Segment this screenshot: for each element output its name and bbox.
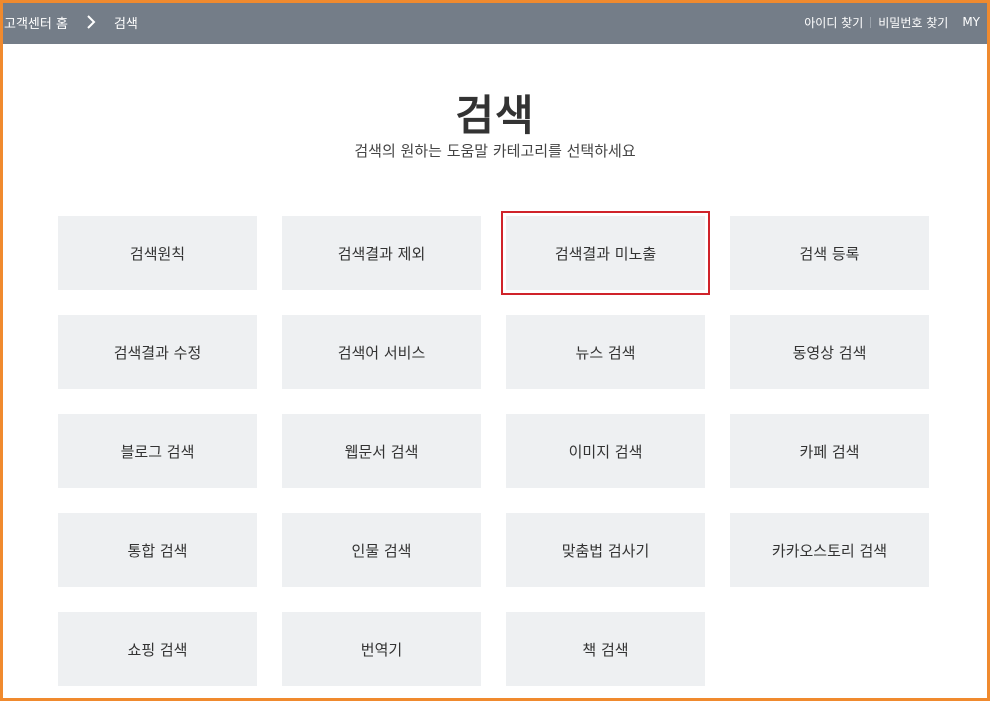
category-tile[interactable]: 동영상 검색 (730, 315, 929, 389)
category-tile[interactable]: 검색결과 수정 (58, 315, 257, 389)
category-tile[interactable]: 뉴스 검색 (506, 315, 705, 389)
my-link[interactable]: MY (962, 15, 980, 29)
find-id-link[interactable]: 아이디 찾기 (804, 14, 863, 31)
top-nav: 아이디 찾기 비밀번호 찾기 MY (804, 0, 980, 44)
page-title: 검색 (455, 91, 535, 140)
category-tile[interactable]: 검색결과 제외 (282, 216, 481, 290)
chevron-right-icon (87, 15, 96, 29)
breadcrumb: 고객센터 홈 검색 (4, 0, 138, 44)
category-tile[interactable]: 번역기 (282, 612, 481, 686)
breadcrumb-home-link[interactable]: 고객센터 홈 (4, 13, 68, 32)
category-grid: 검색원칙 검색결과 제외 검색결과 미노출 검색 등록 검색결과 수정 검색어 … (58, 211, 929, 686)
category-tile[interactable]: 검색어 서비스 (282, 315, 481, 389)
category-tile-highlighted[interactable]: 검색결과 미노출 (501, 211, 710, 295)
breadcrumb-current: 검색 (113, 16, 138, 32)
category-tile[interactable]: 검색 등록 (730, 216, 929, 290)
category-tile[interactable]: 이미지 검색 (506, 414, 705, 488)
category-tile[interactable]: 맞춤법 검사기 (506, 513, 705, 587)
category-tile[interactable]: 검색원칙 (58, 216, 257, 290)
category-tile[interactable]: 웹문서 검색 (282, 414, 481, 488)
find-password-link[interactable]: 비밀번호 찾기 (878, 14, 948, 31)
category-tile[interactable]: 블로그 검색 (58, 414, 257, 488)
category-tile[interactable]: 쇼핑 검색 (58, 612, 257, 686)
category-tile[interactable]: 인물 검색 (282, 513, 481, 587)
top-bar: 고객센터 홈 검색 아이디 찾기 비밀번호 찾기 MY (0, 0, 990, 44)
category-tile[interactable]: 카카오스토리 검색 (730, 513, 929, 587)
nav-divider (870, 16, 872, 28)
category-tile[interactable]: 카페 검색 (730, 414, 929, 488)
category-tile[interactable]: 통합 검색 (58, 513, 257, 587)
category-tile[interactable]: 책 검색 (506, 612, 705, 686)
page-subtitle: 검색의 원하는 도움말 카테고리를 선택하세요 (354, 142, 636, 160)
